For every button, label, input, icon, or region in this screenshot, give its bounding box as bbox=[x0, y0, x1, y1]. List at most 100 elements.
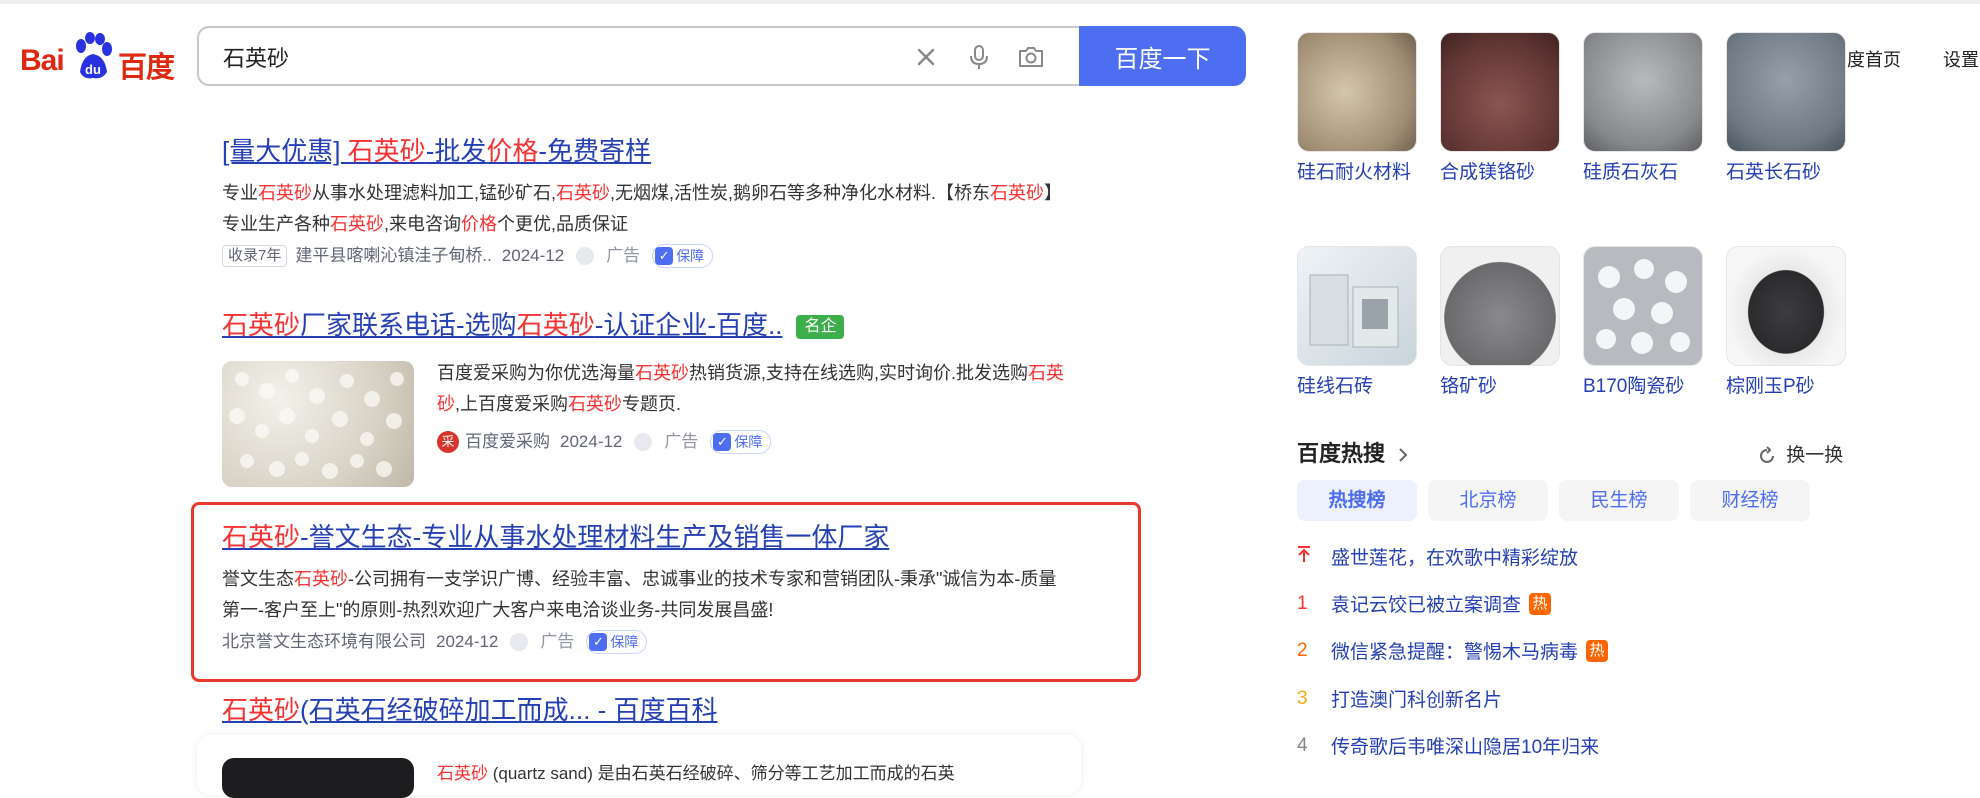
product-card[interactable]: 硅线石砖 bbox=[1297, 246, 1417, 404]
product-label[interactable]: 硅石耐火材料 bbox=[1297, 156, 1417, 190]
guarantee-badge[interactable]: ✓ 保障 bbox=[586, 630, 648, 654]
product-image bbox=[1440, 32, 1560, 152]
guarantee-badge[interactable]: ✓ 保障 bbox=[710, 430, 772, 454]
source-name[interactable]: 百度爱采购 bbox=[465, 429, 550, 455]
hot-item[interactable]: 4 传奇歌后韦唯深山隐居10年归来 bbox=[1297, 732, 1599, 759]
result-date: 2024-12 bbox=[436, 632, 499, 651]
guarantee-badge[interactable]: ✓ 保障 bbox=[652, 244, 714, 268]
tab-livelihood-list[interactable]: 民生榜 bbox=[1559, 480, 1679, 521]
result-thumbnail[interactable] bbox=[222, 361, 414, 487]
brick-image bbox=[1309, 274, 1399, 348]
product-label[interactable]: 硅质石灰石 bbox=[1583, 156, 1703, 190]
product-card[interactable]: 合成镁铬砂 bbox=[1440, 32, 1560, 190]
refresh-button[interactable]: 换一换 bbox=[1757, 440, 1843, 467]
check-icon: ✓ bbox=[713, 433, 732, 451]
search-result-4: 石英砂(石英石经破碎加工而成... - 百度百科 bbox=[222, 693, 1062, 727]
hot-item[interactable]: 1 袁记云饺已被立案调查热 bbox=[1297, 590, 1552, 617]
chevron-right-icon bbox=[1399, 448, 1408, 462]
product-image bbox=[1583, 246, 1703, 366]
result-description: 专业石英砂从事水处理滤料加工,锰砂矿石,石英砂,无烟煤,活性炭,鹅卵石等多种净化… bbox=[222, 183, 1054, 234]
result-description: 誉文生态石英砂-公司拥有一支学识广博、经验丰富、忠诚事业的技术专家和营销团队-秉… bbox=[222, 569, 1057, 620]
product-card[interactable]: 硅质石灰石 bbox=[1583, 32, 1703, 190]
product-image bbox=[1297, 32, 1417, 152]
rank-number: 3 bbox=[1297, 687, 1308, 709]
search-result-1: [量大优惠] 石英砂-批发价格-免费寄样 专业石英砂从事水处理滤料加工,锰砂矿石… bbox=[222, 134, 1062, 269]
logo-paw-text: du bbox=[85, 62, 101, 77]
pin-arrow-icon bbox=[1298, 545, 1310, 562]
tab-finance-list[interactable]: 财经榜 bbox=[1690, 480, 1810, 521]
indexed-tag: 收录7年 bbox=[222, 245, 288, 267]
product-image bbox=[1726, 32, 1846, 152]
top-divider bbox=[0, 0, 1980, 4]
microphone-icon[interactable] bbox=[964, 42, 994, 72]
product-image bbox=[1726, 246, 1846, 366]
result-title[interactable]: 石英砂厂家联系电话-选购石英砂-认证企业-百度.. 名企 bbox=[222, 308, 1082, 342]
aicaigou-icon: 采 bbox=[437, 431, 459, 453]
baidu-logo[interactable]: Bai du 百度 bbox=[20, 32, 175, 84]
product-label[interactable]: 硅线石砖 bbox=[1297, 370, 1417, 404]
product-label[interactable]: 铬矿砂 bbox=[1440, 370, 1560, 404]
paw-icon: du bbox=[76, 32, 112, 79]
hot-badge: 热 bbox=[1529, 592, 1552, 615]
search-result-3: 石英砂-誉文生态-专业从事水处理材料生产及销售一体厂家 誉文生态石英砂-公司拥有… bbox=[222, 520, 1062, 655]
result-title[interactable]: 石英砂(石英石经破碎加工而成... - 百度百科 bbox=[222, 693, 1062, 727]
product-card[interactable]: 棕刚玉P砂 bbox=[1726, 246, 1846, 404]
hot-badge: 热 bbox=[1586, 639, 1609, 662]
dropdown-icon[interactable] bbox=[510, 633, 529, 651]
product-label[interactable]: 合成镁铬砂 bbox=[1440, 156, 1560, 190]
settings-link[interactable]: 设置 bbox=[1943, 46, 1979, 72]
result-2-meta: 采 百度爱采购 2024-12 广告 ✓ 保障 bbox=[437, 429, 772, 455]
product-label[interactable]: 棕刚玉P砂 bbox=[1726, 370, 1846, 404]
ad-label: 广告 bbox=[664, 432, 699, 451]
source-name[interactable]: 建平县喀喇沁镇洼子甸桥.. bbox=[295, 243, 491, 269]
result-date: 2024-12 bbox=[560, 432, 623, 451]
rank-number: 1 bbox=[1297, 592, 1308, 614]
clear-icon[interactable] bbox=[911, 42, 941, 72]
product-image bbox=[1440, 246, 1560, 366]
check-icon: ✓ bbox=[589, 633, 608, 651]
tab-beijing-list[interactable]: 北京榜 bbox=[1428, 480, 1548, 521]
product-image bbox=[1583, 32, 1703, 152]
rank-number: 4 bbox=[1297, 734, 1308, 756]
result-date: 2024-12 bbox=[501, 246, 565, 265]
logo-text-baidu: 百度 bbox=[118, 52, 175, 84]
rank-number: 2 bbox=[1297, 639, 1308, 661]
dropdown-icon[interactable] bbox=[576, 247, 595, 265]
result-meta: 北京誉文生态环境有限公司 2024-12 广告 ✓ 保障 bbox=[222, 629, 1062, 655]
quartz-grains-image bbox=[229, 369, 404, 479]
dropdown-icon[interactable] bbox=[634, 433, 653, 451]
ceramic-balls-image bbox=[1596, 259, 1690, 354]
result-title[interactable]: [量大优惠] 石英砂-批发价格-免费寄样 bbox=[222, 134, 1062, 168]
camera-icon[interactable] bbox=[1016, 42, 1046, 72]
source-name[interactable]: 北京誉文生态环境有限公司 bbox=[222, 629, 426, 655]
product-card[interactable]: 硅石耐火材料 bbox=[1297, 32, 1417, 190]
baike-description: 石英砂 (quartz sand) 是由石英石经破碎、筛分等工艺加工而成的石英 bbox=[437, 764, 955, 783]
hot-search-title[interactable]: 百度热搜 bbox=[1297, 436, 1411, 468]
product-image bbox=[1297, 246, 1417, 366]
ad-label: 广告 bbox=[606, 246, 641, 265]
result-title[interactable]: 石英砂-誉文生态-专业从事水处理材料生产及销售一体厂家 bbox=[222, 520, 1062, 554]
product-label[interactable]: 石英长石砂 bbox=[1726, 156, 1846, 190]
hot-item[interactable]: 3 打造澳门科创新名片 bbox=[1297, 685, 1502, 712]
search-result-2: 石英砂厂家联系电话-选购石英砂-认证企业-百度.. 名企 bbox=[222, 308, 1082, 342]
product-card[interactable]: 铬矿砂 bbox=[1440, 246, 1560, 404]
search-bar: 百度一下 bbox=[197, 26, 1248, 86]
hot-item[interactable]: 盛世莲花，在欢歌中精彩绽放 bbox=[1297, 543, 1578, 570]
product-card[interactable]: B170陶瓷砂 bbox=[1583, 246, 1703, 404]
ad-label: 广告 bbox=[540, 632, 575, 651]
product-label[interactable]: B170陶瓷砂 bbox=[1583, 370, 1703, 404]
search-button[interactable]: 百度一下 bbox=[1079, 26, 1246, 86]
product-card[interactable]: 石英长石砂 bbox=[1726, 32, 1846, 190]
top-pin-icon bbox=[1297, 545, 1331, 569]
baike-thumbnail[interactable] bbox=[222, 758, 414, 798]
logo-text-bai: Bai bbox=[20, 44, 65, 77]
refresh-icon bbox=[1760, 446, 1774, 463]
check-icon: ✓ bbox=[655, 247, 674, 265]
tab-hot-list[interactable]: 热搜榜 bbox=[1297, 480, 1417, 521]
search-input-wrap bbox=[197, 26, 1079, 86]
result-meta: 收录7年 建平县喀喇沁镇洼子甸桥.. 2024-12 广告 ✓ 保障 bbox=[222, 243, 1062, 269]
famous-enterprise-badge: 名企 bbox=[796, 315, 845, 340]
result-2-description: 百度爱采购为你优选海量石英砂热销货源,支持在线选购,实时询价.批发选购石英砂,上… bbox=[437, 363, 1065, 414]
hot-item[interactable]: 2 微信紧急提醒：警惕木马病毒热 bbox=[1297, 637, 1609, 664]
search-input[interactable] bbox=[221, 38, 865, 76]
